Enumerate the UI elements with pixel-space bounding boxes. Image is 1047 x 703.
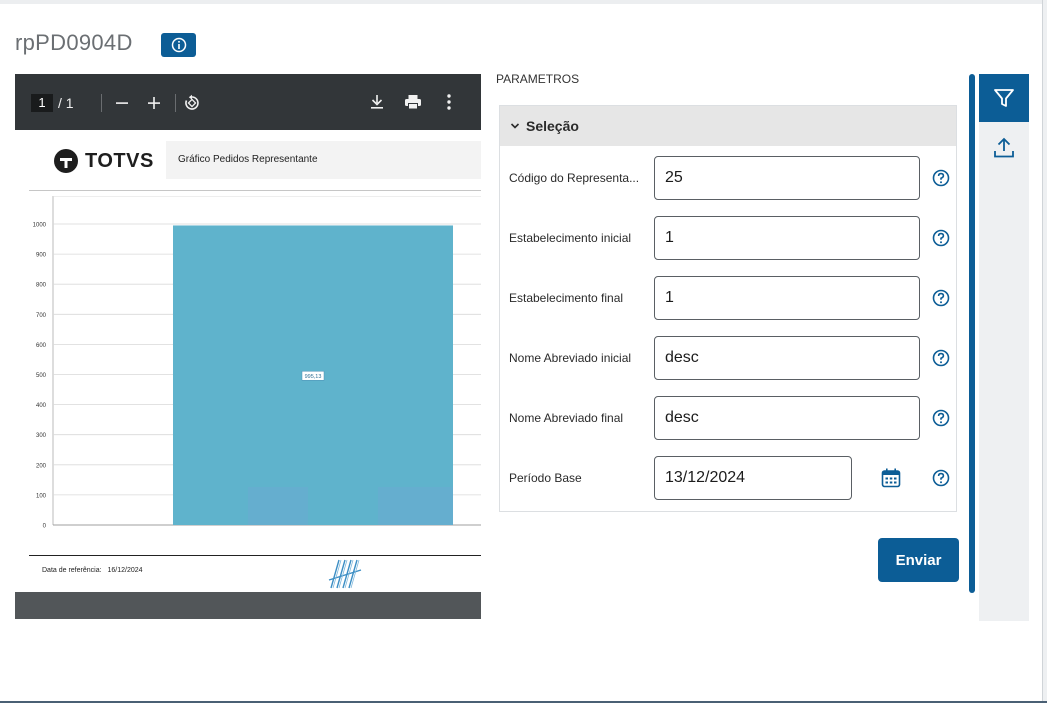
print-icon — [405, 95, 421, 110]
viewer-background — [15, 592, 481, 619]
y-tick-label: 400 — [36, 403, 47, 409]
watermark-stamp-icon — [328, 559, 362, 589]
totvs-logo: TOTVS — [53, 148, 154, 174]
selection-section-toggle[interactable]: Seleção — [500, 106, 956, 146]
zoom-out-button[interactable] — [113, 92, 131, 114]
nome-abreviado-final-input[interactable]: desc — [654, 396, 920, 440]
report-footer-divider — [29, 555, 481, 556]
pdf-viewer: 1 / 1 TOTVS Gráfico Pedidos Representant… — [15, 74, 481, 619]
field-label: Nome Abreviado inicial — [509, 351, 632, 365]
estabelecimento-inicial-input[interactable]: 1 — [654, 216, 920, 260]
totvs-logo-text: TOTVS — [85, 149, 154, 172]
estabelecimento-final-input[interactable]: 1 — [654, 276, 920, 320]
section-title: Seleção — [526, 118, 579, 134]
more-vertical-icon — [447, 94, 451, 110]
page-total: / 1 — [58, 95, 74, 111]
y-tick-label: 0 — [43, 524, 47, 530]
download-button[interactable] — [367, 91, 387, 113]
y-tick-label: 900 — [36, 253, 47, 259]
field-label: Código do Representa... — [509, 171, 640, 185]
parameters-header: PARAMETROS — [496, 72, 580, 86]
footer-date-label: Data de referência: — [42, 567, 102, 574]
field-label: Período Base — [509, 471, 582, 485]
submit-button[interactable]: Enviar — [878, 538, 959, 582]
filter-icon — [994, 89, 1014, 107]
minus-icon — [116, 102, 128, 104]
help-icon[interactable] — [932, 469, 950, 487]
page-title: rpPD0904D — [15, 30, 133, 55]
help-icon[interactable] — [932, 349, 950, 367]
data-label: 995,13 — [305, 374, 322, 380]
info-button[interactable] — [161, 33, 196, 57]
y-tick-label: 500 — [36, 373, 47, 379]
y-tick-label: 800 — [36, 283, 47, 289]
right-sidebar — [979, 74, 1029, 621]
upload-icon — [994, 137, 1014, 158]
footer-date-value: 16/12/2024 — [107, 567, 143, 574]
pdf-page: TOTVS Gráfico Pedidos Representante 0 100… — [15, 130, 481, 592]
help-icon[interactable] — [932, 409, 950, 427]
totvs-logo-icon — [54, 149, 78, 173]
y-tick-label: 700 — [36, 313, 47, 319]
field-codigo-representante: Código do Representa... 25 — [500, 156, 956, 200]
page-number-input[interactable]: 1 — [31, 94, 53, 112]
field-label: Nome Abreviado final — [509, 411, 624, 425]
bar-chart: 01002003004005006007008009001000995,13De… — [33, 196, 481, 530]
field-estabelecimento-final: Estabelecimento final 1 — [500, 276, 956, 320]
field-nome-abreviado-final: Nome Abreviado final desc — [500, 396, 956, 440]
toolbar-divider — [101, 94, 102, 112]
rotate-button[interactable] — [181, 91, 203, 115]
more-options-button[interactable] — [439, 91, 459, 113]
nome-abreviado-inicial-input[interactable]: desc — [654, 336, 920, 380]
rotate-icon — [185, 94, 199, 110]
top-border — [0, 0, 1047, 4]
help-icon[interactable] — [932, 169, 950, 187]
pdf-toolbar: 1 / 1 — [15, 74, 481, 130]
field-estabelecimento-inicial: Estabelecimento inicial 1 — [500, 216, 956, 260]
window-right-edge — [1042, 0, 1047, 703]
info-icon — [171, 37, 186, 53]
periodo-base-input[interactable]: 13/12/2024 — [654, 456, 852, 500]
field-label: Estabelecimento inicial — [509, 231, 632, 245]
bar-shade — [248, 487, 308, 525]
y-tick-label: 100 — [36, 493, 47, 499]
help-icon[interactable] — [932, 229, 950, 247]
print-button[interactable] — [402, 91, 424, 113]
report-title: Gráfico Pedidos Representante — [166, 141, 481, 179]
bar-shade — [378, 487, 453, 525]
chevron-down-icon — [510, 123, 520, 129]
filter-tab-button[interactable] — [979, 74, 1029, 122]
vertical-scrollbar[interactable] — [969, 74, 975, 593]
selection-panel: Seleção Código do Representa... 25 Estab… — [499, 105, 957, 512]
calendar-icon[interactable] — [880, 467, 902, 489]
help-icon[interactable] — [932, 289, 950, 307]
upload-tab-button[interactable] — [979, 126, 1029, 170]
report-divider — [29, 190, 481, 191]
field-nome-abreviado-inicial: Nome Abreviado inicial desc — [500, 336, 956, 380]
download-icon — [371, 95, 383, 109]
y-tick-label: 1000 — [33, 223, 47, 229]
y-tick-label: 200 — [36, 463, 47, 469]
y-tick-label: 600 — [36, 343, 47, 349]
codigo-representante-input[interactable]: 25 — [654, 156, 920, 200]
zoom-in-button[interactable] — [145, 92, 163, 114]
plus-icon — [148, 97, 160, 109]
field-label: Estabelecimento final — [509, 291, 624, 305]
toolbar-divider — [175, 94, 176, 112]
y-tick-label: 300 — [36, 433, 47, 439]
report-footer: Data de referência: 16/12/2024 — [42, 567, 143, 574]
field-periodo-base: Período Base 13/12/2024 — [500, 456, 956, 500]
